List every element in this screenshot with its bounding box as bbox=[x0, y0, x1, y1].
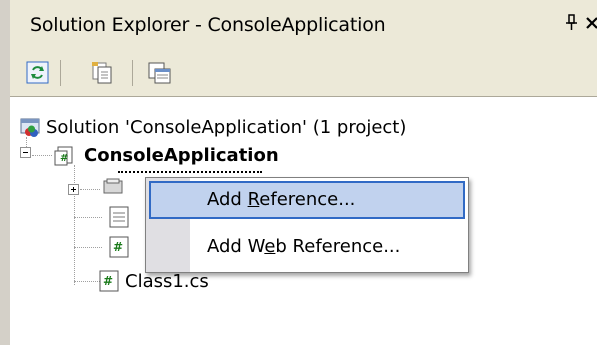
context-menu: Add Reference... Add Web Reference... bbox=[145, 177, 469, 273]
toolbar bbox=[10, 48, 597, 97]
focus-indicator bbox=[118, 171, 262, 173]
project-icon: # bbox=[54, 146, 73, 166]
menu-item-add-reference[interactable]: Add Reference... bbox=[149, 181, 465, 219]
tree-item-solution[interactable]: Solution 'ConsoleApplication' (1 project… bbox=[10, 115, 480, 141]
tree-item-project[interactable]: # ConsoleApplication bbox=[10, 143, 350, 169]
tree-connector bbox=[80, 189, 100, 190]
csharp-file-icon: # bbox=[99, 270, 119, 292]
toolbar-separator bbox=[60, 60, 61, 86]
window-left-edge bbox=[0, 0, 10, 345]
refresh-button[interactable] bbox=[25, 60, 51, 86]
close-button[interactable] bbox=[582, 13, 597, 33]
menu-item-add-web-reference[interactable]: Add Web Reference... bbox=[149, 228, 465, 266]
solution-icon bbox=[20, 118, 40, 137]
properties-icon bbox=[148, 62, 171, 84]
tree-item-label: Class1.cs bbox=[125, 271, 209, 292]
close-icon bbox=[586, 17, 597, 29]
window-title: Solution Explorer - ConsoleApplication bbox=[30, 14, 386, 36]
assembly-info-icon[interactable] bbox=[108, 205, 130, 229]
refresh-icon bbox=[26, 61, 49, 84]
show-all-files-button[interactable] bbox=[90, 60, 116, 86]
pin-icon bbox=[566, 14, 577, 30]
properties-button[interactable] bbox=[147, 60, 173, 86]
svg-text:#: # bbox=[60, 153, 68, 164]
tree-connector bbox=[74, 165, 75, 285]
tree-item-label: ConsoleApplication bbox=[84, 145, 279, 166]
menu-item-label: Add Reference... bbox=[207, 189, 356, 210]
pin-button[interactable] bbox=[563, 11, 581, 33]
references-folder-icon[interactable] bbox=[102, 177, 124, 197]
csharp-file-icon[interactable]: # bbox=[108, 235, 130, 259]
svg-text:#: # bbox=[113, 240, 123, 254]
solution-explorer-window: Solution Explorer - ConsoleApplication S… bbox=[0, 0, 597, 345]
tree-item-label: Solution 'ConsoleApplication' (1 project… bbox=[46, 117, 407, 138]
toolbar-separator bbox=[132, 60, 133, 86]
title-bar: Solution Explorer - ConsoleApplication bbox=[10, 0, 597, 49]
tree-connector bbox=[74, 217, 102, 218]
menu-item-label: Add Web Reference... bbox=[207, 236, 401, 257]
show-all-files-icon bbox=[92, 62, 112, 84]
svg-text:#: # bbox=[103, 274, 113, 288]
expand-toggle[interactable] bbox=[68, 184, 79, 195]
tree-connector bbox=[74, 247, 102, 248]
